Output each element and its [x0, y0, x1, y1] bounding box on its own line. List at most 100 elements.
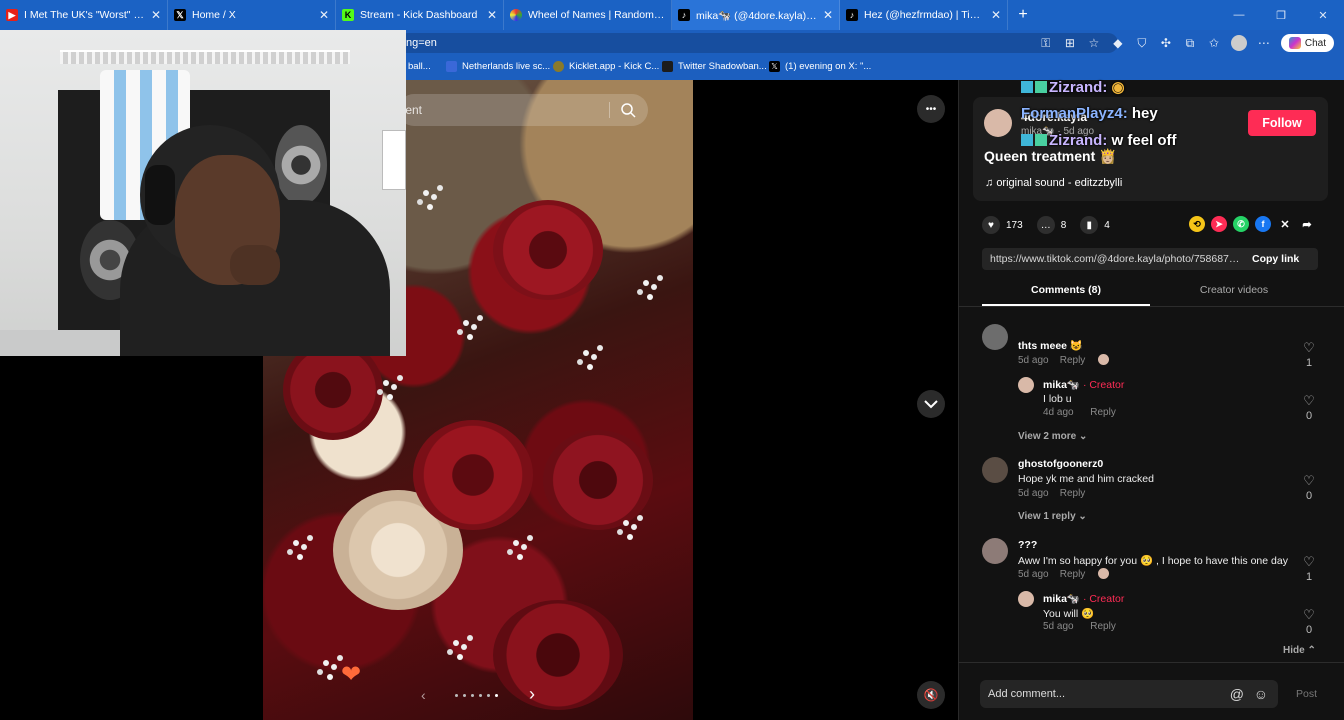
tab-comments[interactable]: Comments (8) [982, 284, 1150, 306]
creator-liked-avatar [1098, 568, 1110, 579]
commenter-avatar[interactable] [982, 457, 1008, 483]
chevron-down-icon: ⌄ [1078, 511, 1087, 522]
headphones-icon [145, 165, 175, 225]
commenter-avatar[interactable] [982, 538, 1008, 564]
reply-button[interactable]: Reply [1060, 488, 1086, 499]
close-tab-icon[interactable]: ✕ [823, 8, 833, 22]
hide-replies[interactable]: Hide ⌃ [1283, 645, 1316, 656]
send-share-icon[interactable]: ➤ [1211, 216, 1227, 232]
close-window-icon[interactable]: ✕ [1302, 0, 1344, 30]
author-avatar[interactable] [984, 109, 1012, 137]
babys-breath [513, 540, 519, 546]
reply-button[interactable]: Reply [1060, 355, 1086, 366]
bookmark-label: (1) evening on X: "... [785, 61, 872, 72]
tab-youtube[interactable]: ▶ I Met The UK's "Worst" Pro Boxer.. ✕ [0, 0, 168, 30]
embed-share-icon[interactable]: ⟲ [1189, 216, 1205, 232]
comment-like-icon[interactable]: ♡ [1302, 555, 1316, 569]
view-more-replies[interactable]: View 1 reply ⌄ [1018, 511, 1087, 522]
commenter-avatar[interactable] [982, 324, 1008, 350]
post-link-field[interactable]: https://www.tiktok.com/@4dore.kayla/phot… [982, 248, 1318, 270]
comment-like-count: 0 [1305, 624, 1313, 636]
prev-photo-icon[interactable]: ‹ [421, 687, 426, 703]
split-screen-icon[interactable]: ⧉ [1183, 36, 1197, 50]
extension-diamond-icon[interactable]: ◆ [1111, 36, 1125, 50]
facebook-icon[interactable]: f [1255, 216, 1271, 232]
reply-button[interactable]: Reply [1090, 407, 1116, 418]
comment-author[interactable]: mika🐄 [1043, 593, 1080, 605]
babys-breath [463, 320, 469, 326]
reply-avatar[interactable] [1018, 591, 1034, 607]
tab-wheel-of-names[interactable]: Wheel of Names | Random name p [504, 0, 672, 30]
comment-author[interactable]: thts meee 😺 [1018, 339, 1083, 352]
reply-button[interactable]: Reply [1090, 621, 1116, 632]
bookmark-item[interactable]: Netherlands live sc... [446, 61, 550, 72]
mention-icon[interactable]: @ [1230, 686, 1244, 702]
like-button[interactable]: ♥ 173 [982, 216, 1023, 234]
forward-share-icon[interactable]: ➦ [1299, 216, 1315, 232]
search-bar[interactable]: tent [398, 94, 648, 126]
close-tab-icon[interactable]: ✕ [319, 8, 329, 22]
close-tab-icon[interactable]: ✕ [151, 8, 161, 22]
post-comment-button[interactable]: Post [1296, 688, 1317, 700]
wall-mount [382, 130, 406, 190]
favorites-icon[interactable]: ✩ [1207, 36, 1221, 50]
minimize-icon[interactable]: — [1218, 0, 1260, 30]
new-tab-button[interactable]: + [1008, 0, 1038, 30]
comment-like-icon[interactable]: ♡ [1302, 608, 1316, 622]
next-photo-icon[interactable]: › [529, 684, 535, 705]
extensions-icon[interactable]: ✣ [1159, 36, 1173, 50]
comment-author[interactable]: ??? [1018, 539, 1037, 551]
tab-creator-videos[interactable]: Creator videos [1150, 284, 1318, 306]
comment-author[interactable]: ghostofgoonerz0 [1018, 458, 1103, 470]
add-comment-input[interactable]: Add comment... @ ☺ [980, 680, 1278, 708]
tab-x-home[interactable]: 𝕏 Home / X ✕ [168, 0, 336, 30]
reply-button[interactable]: Reply [1060, 569, 1086, 580]
search-icon[interactable] [620, 102, 636, 118]
profile-avatar[interactable] [1230, 35, 1247, 51]
mute-button[interactable]: 🔇 [917, 681, 945, 709]
reply-avatar[interactable] [1018, 377, 1034, 393]
next-video-button[interactable] [917, 390, 945, 418]
more-options-button[interactable]: ••• [917, 95, 945, 123]
red-rose [413, 420, 533, 530]
more-menu-icon[interactable]: ⋯ [1257, 36, 1271, 50]
favorite-star-icon[interactable]: ☆ [1087, 36, 1101, 50]
url-field[interactable]: ng=en [398, 33, 1118, 53]
comment-author[interactable]: mika🐄 [1043, 379, 1080, 391]
tab-kick-dashboard[interactable]: K Stream - Kick Dashboard ✕ [336, 0, 504, 30]
key-icon[interactable]: ⚿ [1039, 36, 1053, 50]
chat-text: w feel off [1111, 132, 1177, 149]
bookmark-item[interactable]: Twitter Shadowban... [662, 61, 767, 72]
whatsapp-icon[interactable]: ✆ [1233, 216, 1249, 232]
comment-meta: 5d ago Reply [1018, 568, 1110, 580]
babys-breath [453, 640, 459, 646]
tab-tiktok-hez[interactable]: ♪ Hez (@hezfrmdao) | TikTok ✕ [840, 0, 1008, 30]
babys-breath [423, 190, 429, 196]
view-more-label: View 1 reply [1018, 511, 1076, 522]
save-button[interactable]: ▮ 4 [1080, 216, 1110, 234]
creator-badge: · Creator [1082, 379, 1125, 391]
bookmark-item[interactable]: ball... [408, 61, 431, 72]
bookmark-item[interactable]: Kicklet.app - Kick C... [553, 61, 659, 72]
comment-like-icon[interactable]: ♡ [1302, 394, 1316, 408]
comment-like-icon[interactable]: ♡ [1302, 474, 1316, 488]
tab-tiktok-mika[interactable]: ♪ mika🐄 (@4dore.kayla) | TikTok ✕ [672, 0, 840, 30]
copy-link-button[interactable]: Copy link [1252, 253, 1299, 265]
follow-button[interactable]: Follow [1248, 110, 1316, 136]
close-tab-icon[interactable]: ✕ [487, 8, 497, 22]
comment-button[interactable]: … 8 [1036, 216, 1066, 234]
engagement-row: ♥ 173 … 8 ▮ 4 [982, 214, 1124, 236]
emoji-icon[interactable]: ☺ [1254, 686, 1268, 702]
view-more-replies[interactable]: View 2 more ⌄ [1018, 431, 1087, 442]
restore-icon[interactable]: ❐ [1260, 0, 1302, 30]
apps-icon[interactable]: ⊞ [1063, 36, 1077, 50]
x-share-icon[interactable]: ✕ [1277, 216, 1293, 232]
comment-like-icon[interactable]: ♡ [1302, 341, 1316, 355]
shield-extension-icon[interactable]: ⛉ [1135, 36, 1149, 50]
sound-link[interactable]: ♫ original sound - editzzbylli [985, 177, 1122, 189]
close-tab-icon[interactable]: ✕ [991, 8, 1001, 22]
comment-age: 5d ago [1018, 488, 1049, 499]
bookmark-item[interactable]: 𝕏 (1) evening on X: "... [769, 61, 871, 72]
sound-name: original sound - editzzbylli [996, 177, 1123, 189]
copilot-chat-button[interactable]: Chat [1280, 34, 1334, 52]
